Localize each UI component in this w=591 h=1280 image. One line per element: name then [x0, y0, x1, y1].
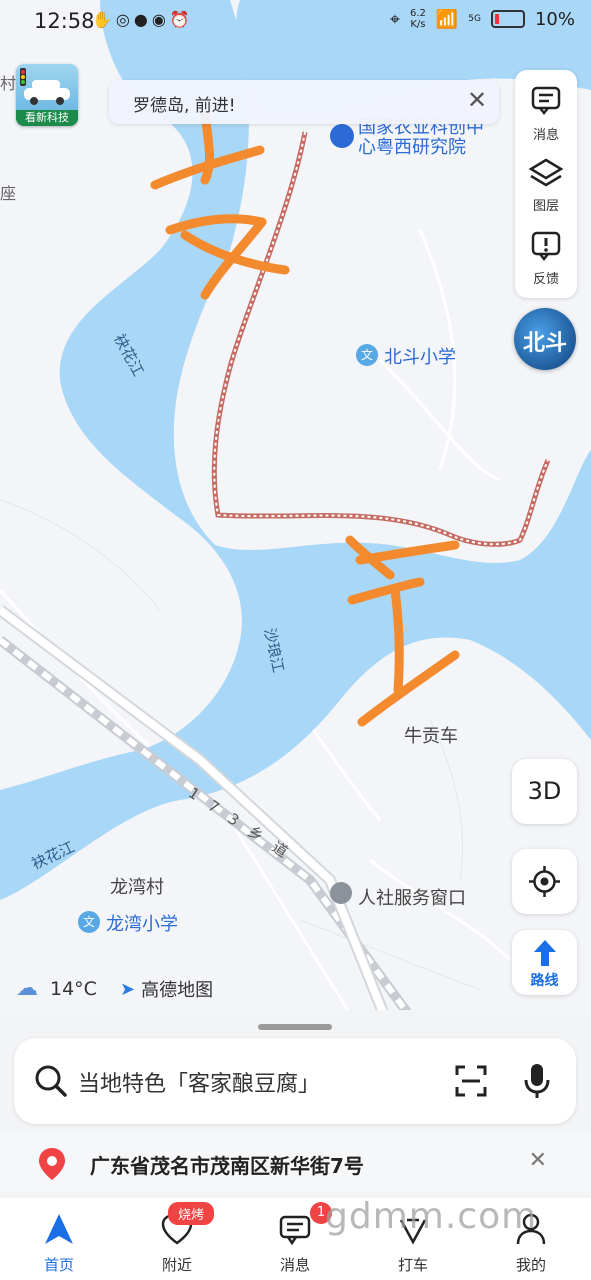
layers-button[interactable]: 图层 [515, 150, 577, 224]
location-status-icon: ⌖ [389, 8, 400, 30]
side-tool-panel: 消息 图层 反馈 [515, 70, 577, 298]
promo-badge[interactable]: 看新科技 [16, 64, 78, 126]
tab-home-label: 首页 [43, 1256, 74, 1274]
watermark: gdmm.com [325, 1196, 538, 1237]
crosshair-icon [529, 866, 560, 897]
institute-label[interactable]: 国家农业科创中 心粤西研究院 [358, 118, 484, 158]
car-icon [20, 68, 70, 105]
layers-label: 图层 [532, 199, 559, 214]
toast-banner[interactable]: 罗德岛, 前进! ✕ [109, 80, 499, 124]
net-speed-value: 6.2 [409, 8, 426, 19]
beidou-label: 北斗 [522, 331, 567, 356]
search-icon [35, 1065, 67, 1097]
signal-label: 5G [468, 14, 481, 24]
route-label: 路线 [530, 973, 559, 989]
poi-niugongche[interactable]: 牛贡车 [404, 722, 458, 748]
close-icon[interactable]: ✕ [465, 88, 489, 112]
wifi-icon: 📶 [435, 8, 459, 30]
institute-pin-icon [330, 124, 354, 148]
battery-percent: 10% [534, 8, 575, 30]
close-icon[interactable]: ✕ [529, 1148, 547, 1173]
message-icon [531, 86, 561, 116]
hand-icon: ✋ [92, 10, 116, 29]
layers-icon [528, 158, 564, 187]
poi-longwan-village[interactable]: 龙湾村 [110, 873, 164, 899]
school-pin-icon: 文 [78, 911, 100, 933]
location-pin-icon [39, 1148, 65, 1180]
institute-line2: 心粤西研究院 [358, 137, 466, 158]
brand-name: 高德地图 [141, 980, 214, 1001]
net-speed-unit: K/s [410, 19, 426, 30]
poi-beidou-school[interactable]: 北斗小学 [384, 343, 456, 369]
tab-messages-label: 消息 [279, 1256, 310, 1274]
route-button[interactable]: 路线 [512, 930, 577, 995]
partial-label-mid: 座 [0, 184, 17, 203]
sheet-drag-handle[interactable] [258, 1024, 332, 1030]
brand-logo: ➤ 高德地图 [120, 976, 213, 1002]
promo-badge-label: 看新科技 [16, 110, 78, 126]
map-canvas[interactable] [0, 0, 591, 1030]
messages-label: 消息 [532, 128, 559, 143]
location-pin-icon [330, 882, 352, 904]
chat-icon: ● [133, 10, 152, 29]
status-right-group: ⌖ 6.2 K/s 📶 5G 10% [390, 8, 575, 30]
toast-text: 罗德岛, 前进! [133, 96, 236, 116]
3d-toggle-button[interactable]: 3D [512, 759, 577, 824]
route-arrow-icon [534, 940, 556, 966]
poi-social-service[interactable]: 人社服务窗口 [358, 884, 466, 910]
nearby-badge: 烧烤 [168, 1202, 215, 1225]
weather-widget[interactable]: ☁ 14°C [16, 976, 97, 1001]
battery-icon [490, 10, 525, 28]
current-address: 广东省茂名市茂南区新华街7号 [90, 1154, 364, 1178]
locate-button[interactable] [512, 849, 577, 914]
alarm-icon: ⏰ [169, 10, 194, 29]
wechat-icon: ◎ [115, 10, 134, 29]
chat-bubble-icon [279, 1215, 311, 1246]
status-time: 12:58 [34, 9, 95, 33]
current-address-row[interactable]: 广东省茂名市茂南区新华街7号 ✕ [0, 1132, 591, 1192]
tab-taxi-label: 打车 [397, 1256, 428, 1274]
school-pin-icon: 文 [356, 344, 378, 366]
cloud-icon: ☁ [16, 976, 38, 1001]
navigation-arrow-icon [45, 1214, 73, 1244]
status-bar: 12:58 ✋◎●◉⏰ ⌖ 6.2 K/s 📶 5G 10% [0, 0, 591, 46]
amap-logo-icon: ➤ [120, 978, 136, 1000]
tab-profile-label: 我的 [515, 1256, 546, 1274]
net-speed: 6.2 K/s [410, 8, 426, 30]
tab-home[interactable]: 首页 [0, 1198, 118, 1280]
search-placeholder: 当地特色「客家酿豆腐」 [78, 1072, 321, 1097]
feedback-button[interactable]: 反馈 [515, 224, 577, 298]
weather-temp: 14°C [50, 977, 97, 1000]
eye-icon: ◉ [151, 10, 170, 29]
poi-longwan-school[interactable]: 龙湾小学 [106, 910, 178, 936]
search-bar[interactable]: 当地特色「客家酿豆腐」 [14, 1038, 576, 1124]
feedback-label: 反馈 [532, 272, 559, 287]
status-notification-icons: ✋◎●◉⏰ [92, 10, 194, 29]
tab-nearby-label: 附近 [161, 1256, 192, 1274]
feedback-icon [531, 231, 561, 262]
partial-label-top: 村 [0, 74, 17, 93]
microphone-icon[interactable] [522, 1062, 552, 1100]
scan-icon[interactable] [454, 1064, 488, 1098]
messages-button[interactable]: 消息 [515, 74, 577, 148]
beidou-button[interactable]: 北斗 [514, 308, 576, 370]
